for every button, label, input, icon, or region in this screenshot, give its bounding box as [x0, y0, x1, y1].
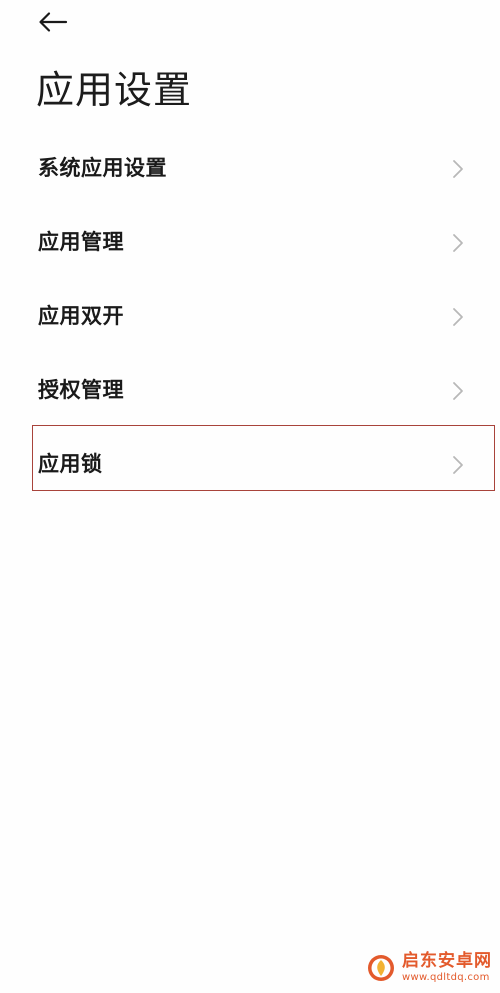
menu-item-label: 应用锁 — [38, 452, 103, 476]
chevron-right-icon — [453, 456, 463, 474]
watermark-site-url: www.qdltdq.com — [402, 972, 490, 983]
menu-item-system-app-settings[interactable]: 系统应用设置 — [0, 131, 500, 205]
watermark-site-name: 启东安卓网 — [402, 951, 492, 971]
watermark: 启东安卓网 www.qdltdq.com — [366, 953, 492, 983]
arrow-left-icon — [39, 12, 68, 32]
menu-item-app-management[interactable]: 应用管理 — [0, 205, 500, 279]
page-title: 应用设置 — [36, 68, 193, 112]
chevron-right-icon — [453, 308, 463, 326]
chevron-right-icon — [453, 382, 463, 400]
menu-item-dual-apps[interactable]: 应用双开 — [0, 279, 500, 353]
chevron-right-icon — [453, 234, 463, 252]
menu-item-permissions[interactable]: 授权管理 — [0, 353, 500, 427]
menu-item-label: 系统应用设置 — [38, 156, 167, 180]
watermark-logo-icon — [368, 955, 394, 981]
settings-menu-list: 系统应用设置 应用管理 应用双开 授权管理 应用锁 — [0, 131, 500, 501]
menu-item-label: 应用双开 — [38, 304, 124, 328]
menu-item-app-lock[interactable]: 应用锁 — [0, 425, 500, 501]
back-button[interactable] — [34, 8, 74, 36]
chevron-right-icon — [453, 160, 463, 178]
menu-item-label: 应用管理 — [38, 230, 124, 254]
menu-item-label: 授权管理 — [38, 378, 124, 402]
